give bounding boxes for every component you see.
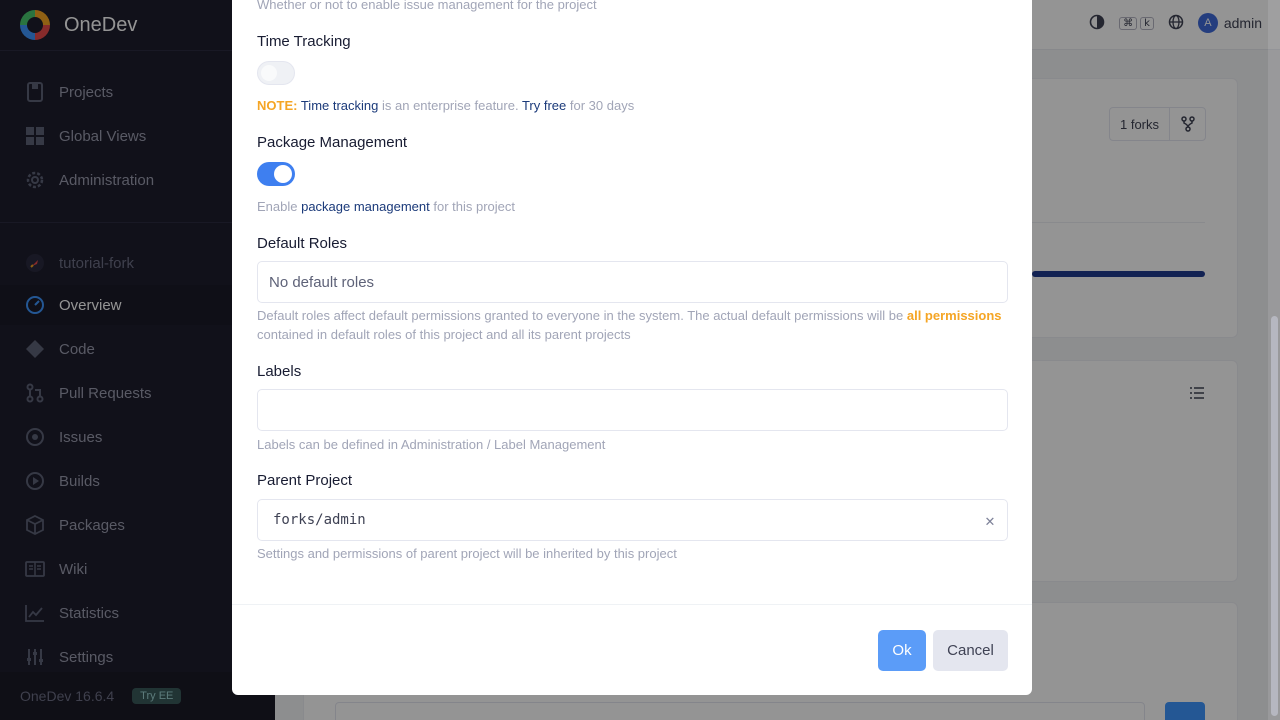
package-management-toggle[interactable] [257,162,295,186]
note-prefix: NOTE: [257,98,298,113]
labels-label: Labels [257,363,302,380]
time-tracking-link[interactable]: Time tracking [301,98,379,113]
issue-management-help: Whether or not to enable issue managemen… [257,0,597,12]
help-text: Enable [257,199,302,214]
time-tracking-note: NOTE: Time tracking is an enterprise fea… [257,96,634,115]
modal-footer-divider [232,604,1032,605]
parent-project-value: forks/admin [273,512,366,528]
help-text: contained in default roles of this proje… [257,327,631,342]
labels-help: Labels can be defined in Administration … [257,437,606,452]
parent-project-select[interactable]: forks/admin ✕ [257,499,1008,541]
scrollbar-thumb[interactable] [1271,316,1278,716]
default-roles-value: No default roles [269,273,375,291]
note-text: is an enterprise feature. [378,98,522,113]
default-roles-select[interactable]: No default roles [257,261,1008,303]
all-permissions-emphasis: all permissions [906,308,1002,323]
edit-project-modal: Whether or not to enable issue managemen… [232,0,1032,695]
default-roles-label: Default Roles [257,235,348,252]
package-management-label: Package Management [257,134,408,151]
time-tracking-toggle[interactable] [257,61,295,85]
default-roles-help: Default roles affect default permissions… [257,306,1008,344]
parent-project-help: Settings and permissions of parent proje… [257,546,677,561]
clear-icon[interactable]: ✕ [981,511,999,530]
labels-input[interactable] [257,389,1008,431]
try-free-link[interactable]: Try free [522,98,566,113]
page-scrollbar[interactable] [1268,0,1280,720]
package-management-help: Enable package management for this proje… [257,197,515,216]
help-text: for this project [429,199,516,214]
help-text: Default roles affect default permissions… [257,308,907,323]
note-text: for 30 days [566,98,635,113]
time-tracking-label: Time Tracking [257,33,351,50]
ok-button[interactable]: Ok [878,630,926,671]
cancel-button[interactable]: Cancel [933,630,1008,671]
parent-project-label: Parent Project [257,472,353,489]
package-management-link[interactable]: package management [301,199,430,214]
